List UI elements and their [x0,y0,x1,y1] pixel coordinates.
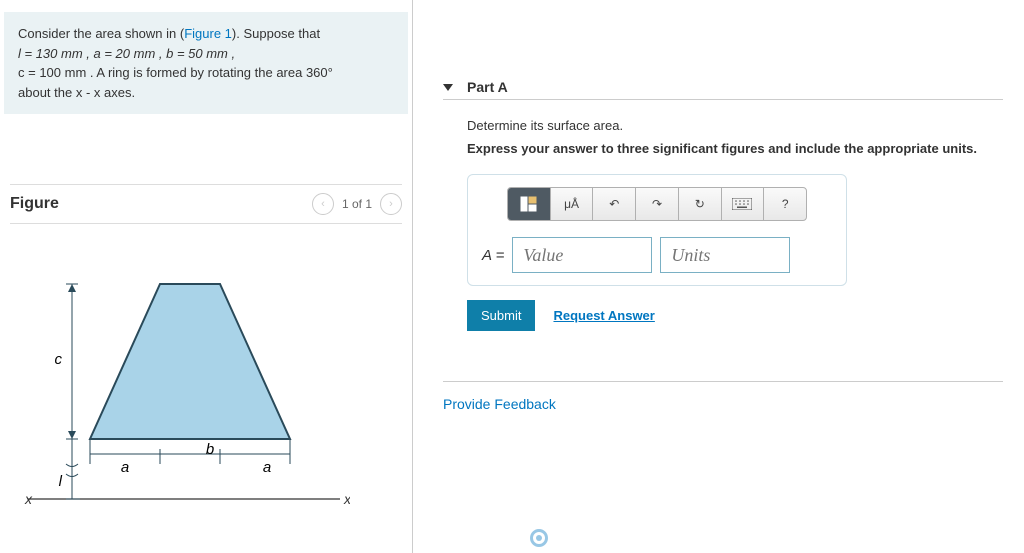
part-hint: Express your answer to three significant… [467,141,1024,156]
figure-prev-button[interactable]: ‹ [312,193,334,215]
keyboard-button[interactable] [722,188,765,220]
svg-text:c: c [55,351,63,368]
figure-counter: 1 of 1 [342,197,372,211]
part-instruction: Determine its surface area. [467,118,1024,133]
figure-next-button[interactable]: › [380,193,402,215]
problem-axes: about the x - x axes. [18,85,135,100]
svg-text:a: a [121,459,129,476]
format-toolbar: μÅ ↶ ↷ ↻ ? [507,187,807,221]
problem-text-1: Consider the area shown in ( [18,26,184,41]
units-input[interactable] [660,237,790,273]
axis-label-right: x [343,491,350,507]
axis-label-left: x [24,491,33,507]
problem-params-2: c = 100 mm . A ring is formed by rotatin… [18,65,333,80]
figure-link[interactable]: Figure 1 [184,26,232,41]
figure-header: Figure ‹ 1 of 1 › [10,184,402,224]
part-header[interactable]: Part A [443,75,1003,100]
svg-text:a: a [263,459,271,476]
part-title: Part A [467,79,508,95]
brand-footer [530,529,548,547]
provide-feedback-link[interactable]: Provide Feedback [443,381,1003,412]
request-answer-link[interactable]: Request Answer [553,308,654,323]
figure-diagram: x x a b a [10,254,350,534]
caret-down-icon [443,84,453,91]
equation-label: A = [482,247,504,264]
svg-text:l: l [59,473,63,490]
answer-panel: μÅ ↶ ↷ ↻ ? A = [467,174,847,286]
redo-button[interactable]: ↷ [636,188,679,220]
problem-text-2: ). Suppose that [232,26,320,41]
template-button[interactable] [508,188,551,220]
brand-icon [530,529,548,547]
problem-params-1: l = 130 mm , a = 20 mm , b = 50 mm , [18,46,235,61]
help-button[interactable]: ? [764,188,806,220]
value-input[interactable] [512,237,652,273]
submit-button[interactable]: Submit [467,300,535,331]
problem-statement: Consider the area shown in (Figure 1). S… [4,12,408,114]
undo-button[interactable]: ↶ [593,188,636,220]
figure-title: Figure [10,195,59,213]
reset-button[interactable]: ↻ [679,188,722,220]
units-button[interactable]: μÅ [551,188,594,220]
svg-text:b: b [206,441,214,458]
